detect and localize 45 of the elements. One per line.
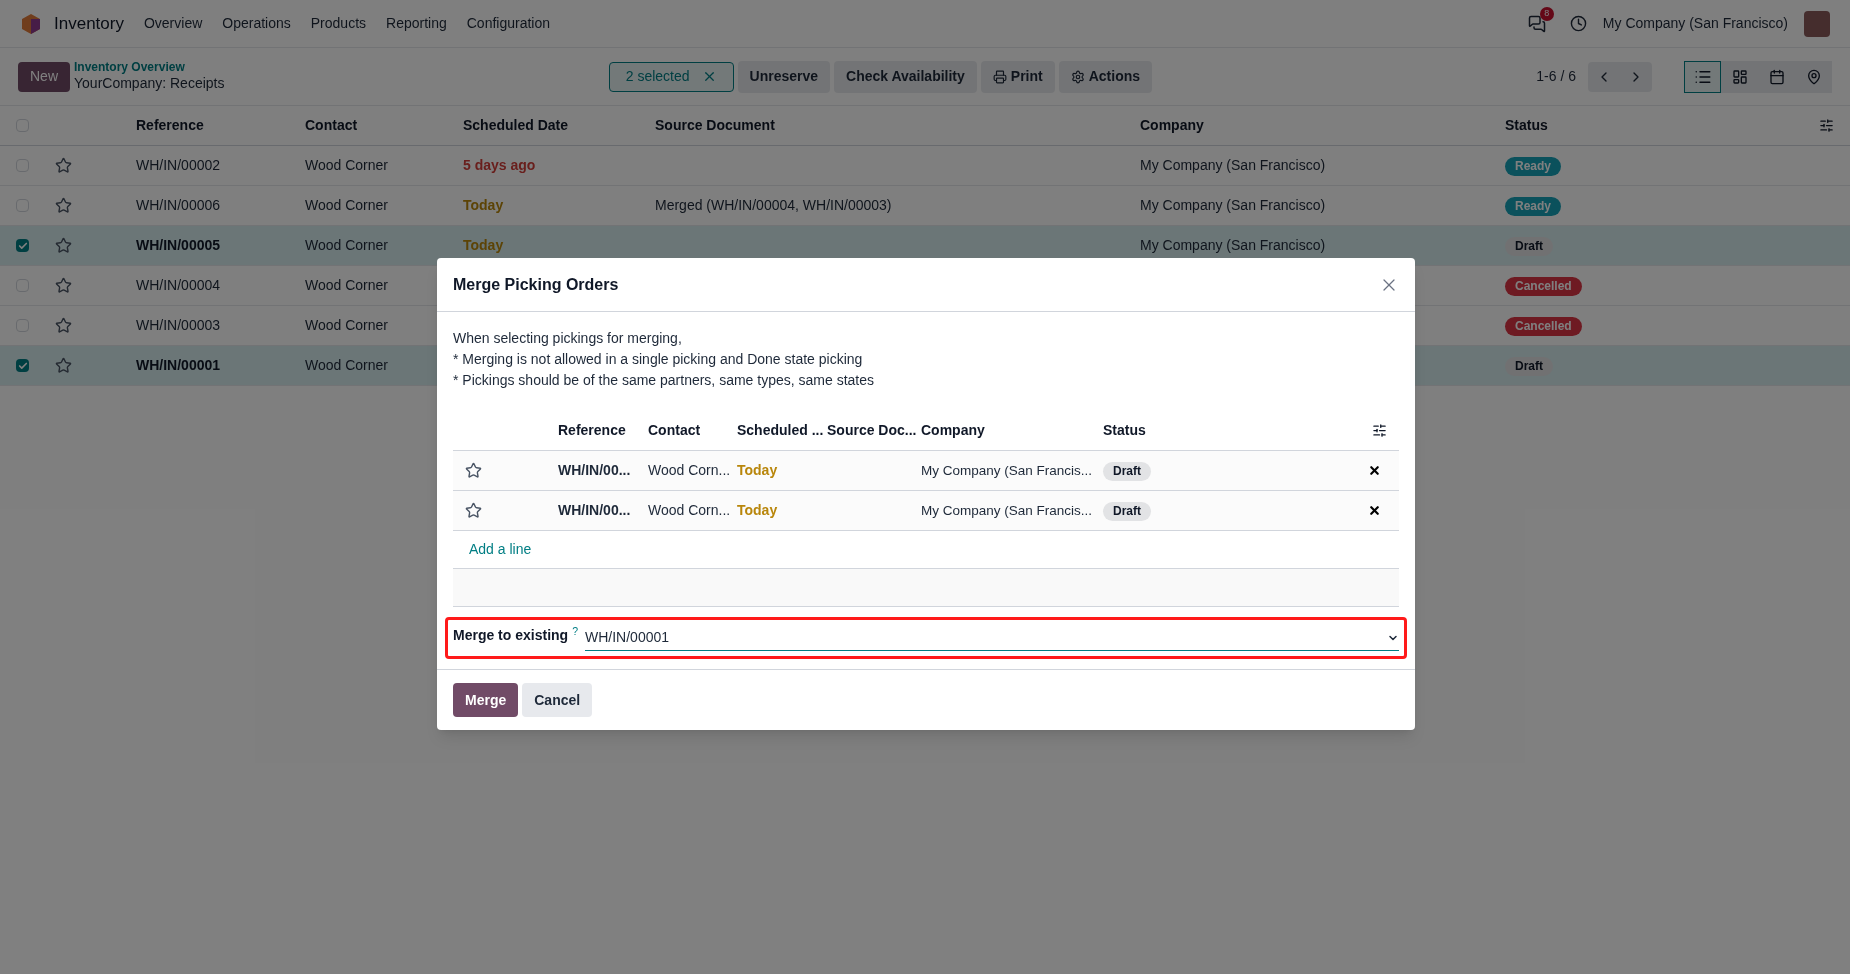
reference-cell: WH/IN/00003 (136, 317, 221, 333)
source-document-cell: Merged (WH/IN/00004, WH/IN/00003) (655, 197, 892, 213)
contact-cell: Wood Corn... (648, 502, 731, 518)
page-title: YourCompany: Receipts (74, 75, 225, 93)
reference-cell: WH/IN/00004 (136, 277, 221, 293)
contact-cell: Wood Corner (305, 277, 388, 293)
date-cell: 5 days ago (463, 157, 536, 173)
field-value: WH/IN/00001 (585, 628, 671, 647)
status-badge: Draft (1103, 502, 1151, 521)
field-label: Merge to existing $^{?}$ (453, 625, 579, 645)
company-cell: My Company (San Francisco) (1140, 157, 1326, 173)
contact-cell: Wood Corner (305, 197, 388, 213)
date-cell: Today (737, 502, 778, 518)
status-badge: Ready (1505, 197, 1562, 216)
contact-cell: Wood Corn... (648, 462, 731, 478)
selection-count: 2 selected (625, 67, 690, 86)
pager-value: 1-6 / 6 (1536, 67, 1576, 86)
reference-cell: WH/IN/00001 (136, 357, 221, 373)
company-cell: My Company (San Francisco) (1140, 197, 1326, 213)
instruction-text: When selecting pickings for merging, (453, 329, 683, 348)
message-count-badge: 8 (1539, 6, 1554, 21)
date-cell: Today (463, 237, 504, 253)
company-cell: My Company (San Francisco) (1140, 237, 1326, 253)
contact-cell: Wood Corner (305, 317, 388, 333)
status-badge: Cancelled (1505, 317, 1582, 336)
status-badge: Cancelled (1505, 277, 1582, 296)
reference-cell: WH/IN/00... (558, 462, 631, 478)
reference-cell: WH/IN/00002 (136, 157, 221, 173)
company-cell: My Company (San Francis... (921, 462, 1093, 478)
reference-cell: WH/IN/00005 (136, 237, 221, 253)
instruction-text: * Merging is not allowed in a single picking and Done state picking (453, 350, 864, 369)
reference-cell: WH/IN/00006 (136, 197, 221, 213)
status-badge: Draft (1505, 357, 1553, 376)
status-badge: Draft (1103, 462, 1151, 481)
date-cell: Today (737, 462, 778, 478)
dialog-title: Merge Picking Orders (453, 274, 619, 295)
contact-cell: Wood Corner (305, 157, 388, 173)
instruction-text: * Pickings should be of the same partners, same types, same states (453, 371, 875, 390)
contact-cell: Wood Corner (305, 357, 388, 373)
status-badge: Draft (1505, 237, 1553, 256)
status-badge: Ready (1505, 157, 1562, 176)
reference-cell: WH/IN/00... (558, 502, 631, 518)
company-cell: My Company (San Francis... (921, 502, 1093, 518)
contact-cell: Wood Corner (305, 237, 388, 253)
date-cell: Today (463, 197, 504, 213)
